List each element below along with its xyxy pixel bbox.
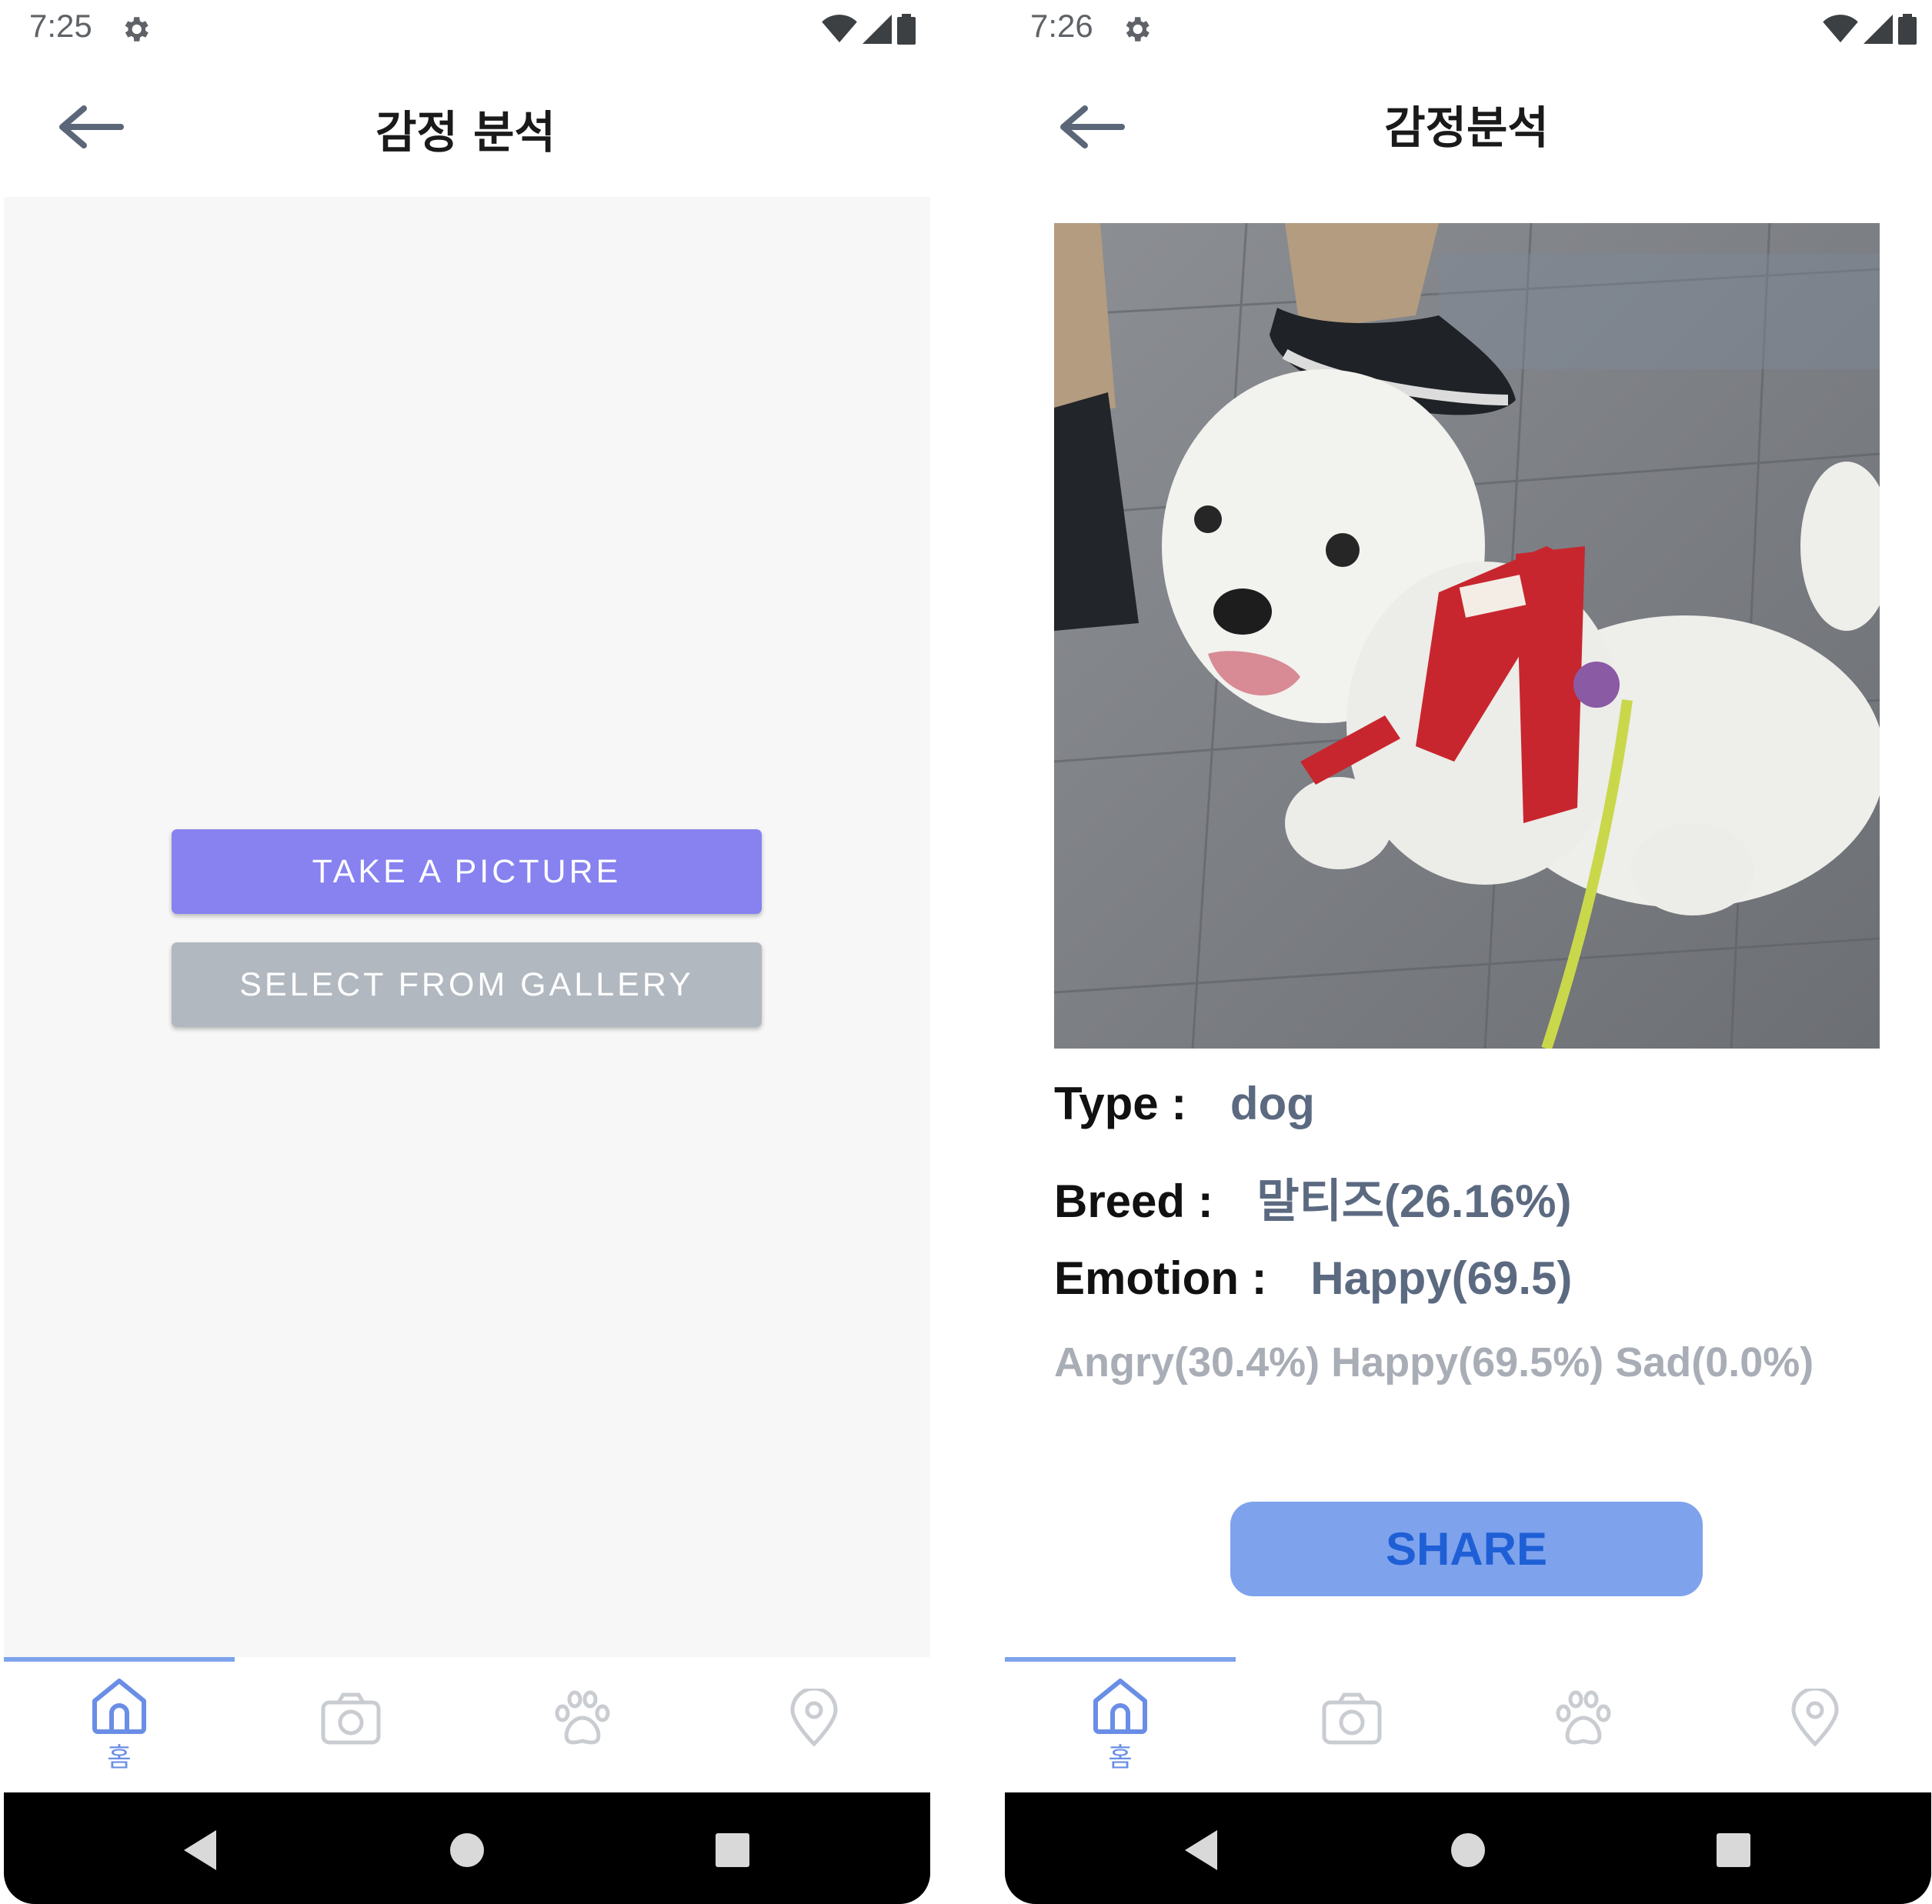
status-bar: 7:26 bbox=[1001, 0, 1932, 58]
tab-camera[interactable] bbox=[235, 1676, 466, 1776]
camera-icon bbox=[1322, 1692, 1382, 1745]
nav-recents-button[interactable] bbox=[706, 1823, 759, 1877]
home-icon bbox=[1093, 1679, 1147, 1734]
tab-location[interactable] bbox=[1700, 1676, 1930, 1776]
nav-back-icon bbox=[184, 1830, 216, 1870]
share-button[interactable]: SHARE bbox=[1230, 1502, 1703, 1596]
status-icons bbox=[822, 12, 916, 46]
emotion-row: Emotion : Happy(69.5) bbox=[1054, 1252, 1572, 1305]
analyzed-pet-photo bbox=[1054, 223, 1880, 1049]
paw-icon bbox=[555, 1690, 610, 1745]
android-nav-bar bbox=[1005, 1792, 1931, 1904]
phone-screen-capture: 7:25 감정 분석 TAKE A PICTURE SELECT FROM GA… bbox=[0, 0, 931, 1904]
status-time: 7:25 bbox=[29, 8, 92, 44]
gear-icon bbox=[125, 17, 148, 42]
type-row: Type : dog bbox=[1054, 1077, 1315, 1130]
take-picture-button[interactable]: TAKE A PICTURE bbox=[172, 829, 762, 914]
emotion-probabilities: Angry(30.4%) Happy(69.5%) Sad(0.0%) bbox=[1054, 1339, 1814, 1385]
tab-pet[interactable] bbox=[1468, 1676, 1699, 1776]
tab-location[interactable] bbox=[699, 1676, 929, 1776]
app-header: 감정 분석 bbox=[0, 58, 931, 196]
android-nav-bar bbox=[4, 1792, 930, 1904]
active-tab-indicator bbox=[1005, 1657, 1236, 1662]
phone-screen-capture: 7:26 감정분석 Type: dog Breed: 말티즈(26.16%)… bbox=[1001, 0, 1932, 1904]
wifi-icon bbox=[1823, 14, 1858, 42]
emotion-value: Happy(69.5) bbox=[1310, 1252, 1573, 1304]
tab-pet[interactable] bbox=[467, 1676, 698, 1776]
nav-home-icon bbox=[450, 1833, 484, 1867]
nav-home-icon bbox=[1451, 1833, 1485, 1867]
type-label: Type : bbox=[1054, 1078, 1187, 1129]
breed-row: Breed : 말티즈(26.16%) bbox=[1054, 1164, 1571, 1231]
type-value: dog bbox=[1230, 1078, 1315, 1129]
wifi-icon bbox=[822, 14, 857, 42]
tab-home-label: 홈 bbox=[107, 1742, 132, 1773]
battery-icon bbox=[1898, 13, 1917, 45]
nav-home-button[interactable] bbox=[1441, 1823, 1495, 1877]
tab-home[interactable]: 홈 bbox=[1005, 1676, 1236, 1776]
status-bar: 7:25 bbox=[0, 0, 931, 58]
camera-icon bbox=[321, 1692, 381, 1745]
emotion-label: Emotion : bbox=[1054, 1252, 1267, 1304]
signal-icon bbox=[863, 14, 892, 44]
active-tab-indicator bbox=[4, 1657, 235, 1662]
nav-back-button[interactable] bbox=[173, 1823, 227, 1877]
tab-home[interactable]: 홈 bbox=[4, 1676, 235, 1776]
paw-icon bbox=[1556, 1690, 1611, 1745]
breed-label: Breed : bbox=[1054, 1175, 1213, 1227]
nav-back-icon bbox=[1185, 1830, 1217, 1870]
bottom-tab-bar: 홈 bbox=[1005, 1657, 1931, 1792]
home-icon bbox=[92, 1679, 146, 1734]
select-from-gallery-button[interactable]: SELECT FROM GALLERY bbox=[172, 942, 762, 1027]
nav-recents-icon bbox=[716, 1833, 749, 1867]
nav-home-button[interactable] bbox=[440, 1823, 494, 1877]
nav-back-button[interactable] bbox=[1174, 1823, 1228, 1877]
tab-home-label: 홈 bbox=[1108, 1742, 1133, 1773]
main-content: TAKE A PICTURE SELECT FROM GALLERY bbox=[4, 197, 930, 1657]
breed-value: 말티즈(26.16%) bbox=[1256, 1175, 1572, 1227]
location-pin-icon bbox=[790, 1689, 838, 1747]
battery-icon bbox=[897, 13, 916, 45]
app-header: 감정분석 bbox=[1001, 58, 1932, 196]
page-title: 감정 분석 bbox=[375, 106, 556, 158]
gear-icon bbox=[1126, 17, 1150, 42]
signal-icon bbox=[1864, 14, 1893, 44]
status-time: 7:26 bbox=[1030, 8, 1093, 44]
nav-recents-button[interactable] bbox=[1707, 1823, 1760, 1877]
page-title: 감정분석 bbox=[1384, 102, 1549, 154]
status-icons bbox=[1823, 12, 1917, 46]
location-pin-icon bbox=[1791, 1689, 1839, 1747]
tab-camera[interactable] bbox=[1236, 1676, 1467, 1776]
bottom-tab-bar: 홈 bbox=[4, 1657, 930, 1792]
dog-photo-image bbox=[1054, 223, 1880, 1049]
nav-recents-icon bbox=[1717, 1833, 1750, 1867]
